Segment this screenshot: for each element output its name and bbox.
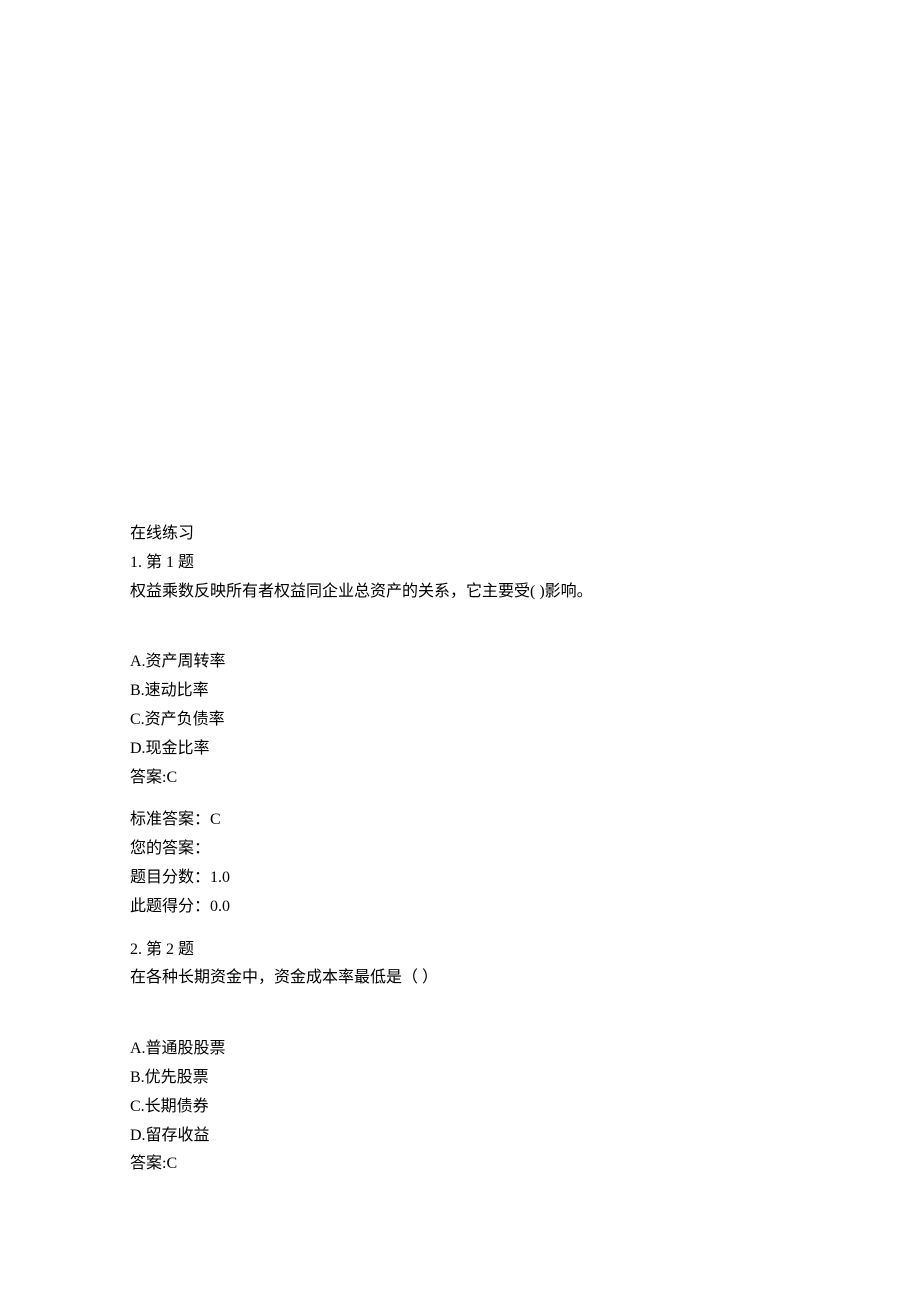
option-a: A.资产周转率 (130, 648, 790, 677)
option-c: C.资产负债率 (130, 706, 790, 735)
your-answer-label: 您的答案： (130, 840, 210, 857)
obtained-score-label: 此题得分： (130, 898, 210, 915)
question-stem: 权益乘数反映所有者权益同企业总资产的关系，它主要受( )影响。 (130, 578, 790, 607)
your-answer: 您的答案： (130, 835, 790, 864)
question-number: 1. 第 1 题 (130, 549, 790, 578)
document-page: 在线练习 1. 第 1 题 权益乘数反映所有者权益同企业总资产的关系，它主要受(… (0, 0, 920, 1179)
obtained-score: 此题得分：0.0 (130, 893, 790, 922)
option-c: C.长期债券 (130, 1093, 790, 1122)
question-score-label: 题目分数： (130, 869, 210, 886)
spacer (130, 1021, 790, 1035)
spacer (130, 993, 790, 1021)
standard-answer: 标准答案：C (130, 806, 790, 835)
obtained-score-value: 0.0 (210, 898, 230, 915)
spacer (130, 606, 790, 634)
answer-line: 答案:C (130, 1150, 790, 1179)
question-stem: 在各种长期资金中，资金成本率最低是（ ） (130, 964, 790, 993)
spacer (130, 922, 790, 936)
option-d: D.现金比率 (130, 735, 790, 764)
standard-answer-label: 标准答案： (130, 811, 210, 828)
option-b: B.速动比率 (130, 677, 790, 706)
option-d: D.留存收益 (130, 1122, 790, 1151)
option-b: B.优先股票 (130, 1064, 790, 1093)
standard-answer-value: C (210, 811, 221, 828)
spacer (130, 792, 790, 806)
spacer (130, 634, 790, 648)
question-score-value: 1.0 (210, 869, 230, 886)
answer-line: 答案:C (130, 764, 790, 793)
question-score: 题目分数：1.0 (130, 864, 790, 893)
question-number: 2. 第 2 题 (130, 936, 790, 965)
option-a: A.普通股股票 (130, 1035, 790, 1064)
page-title: 在线练习 (130, 520, 790, 549)
